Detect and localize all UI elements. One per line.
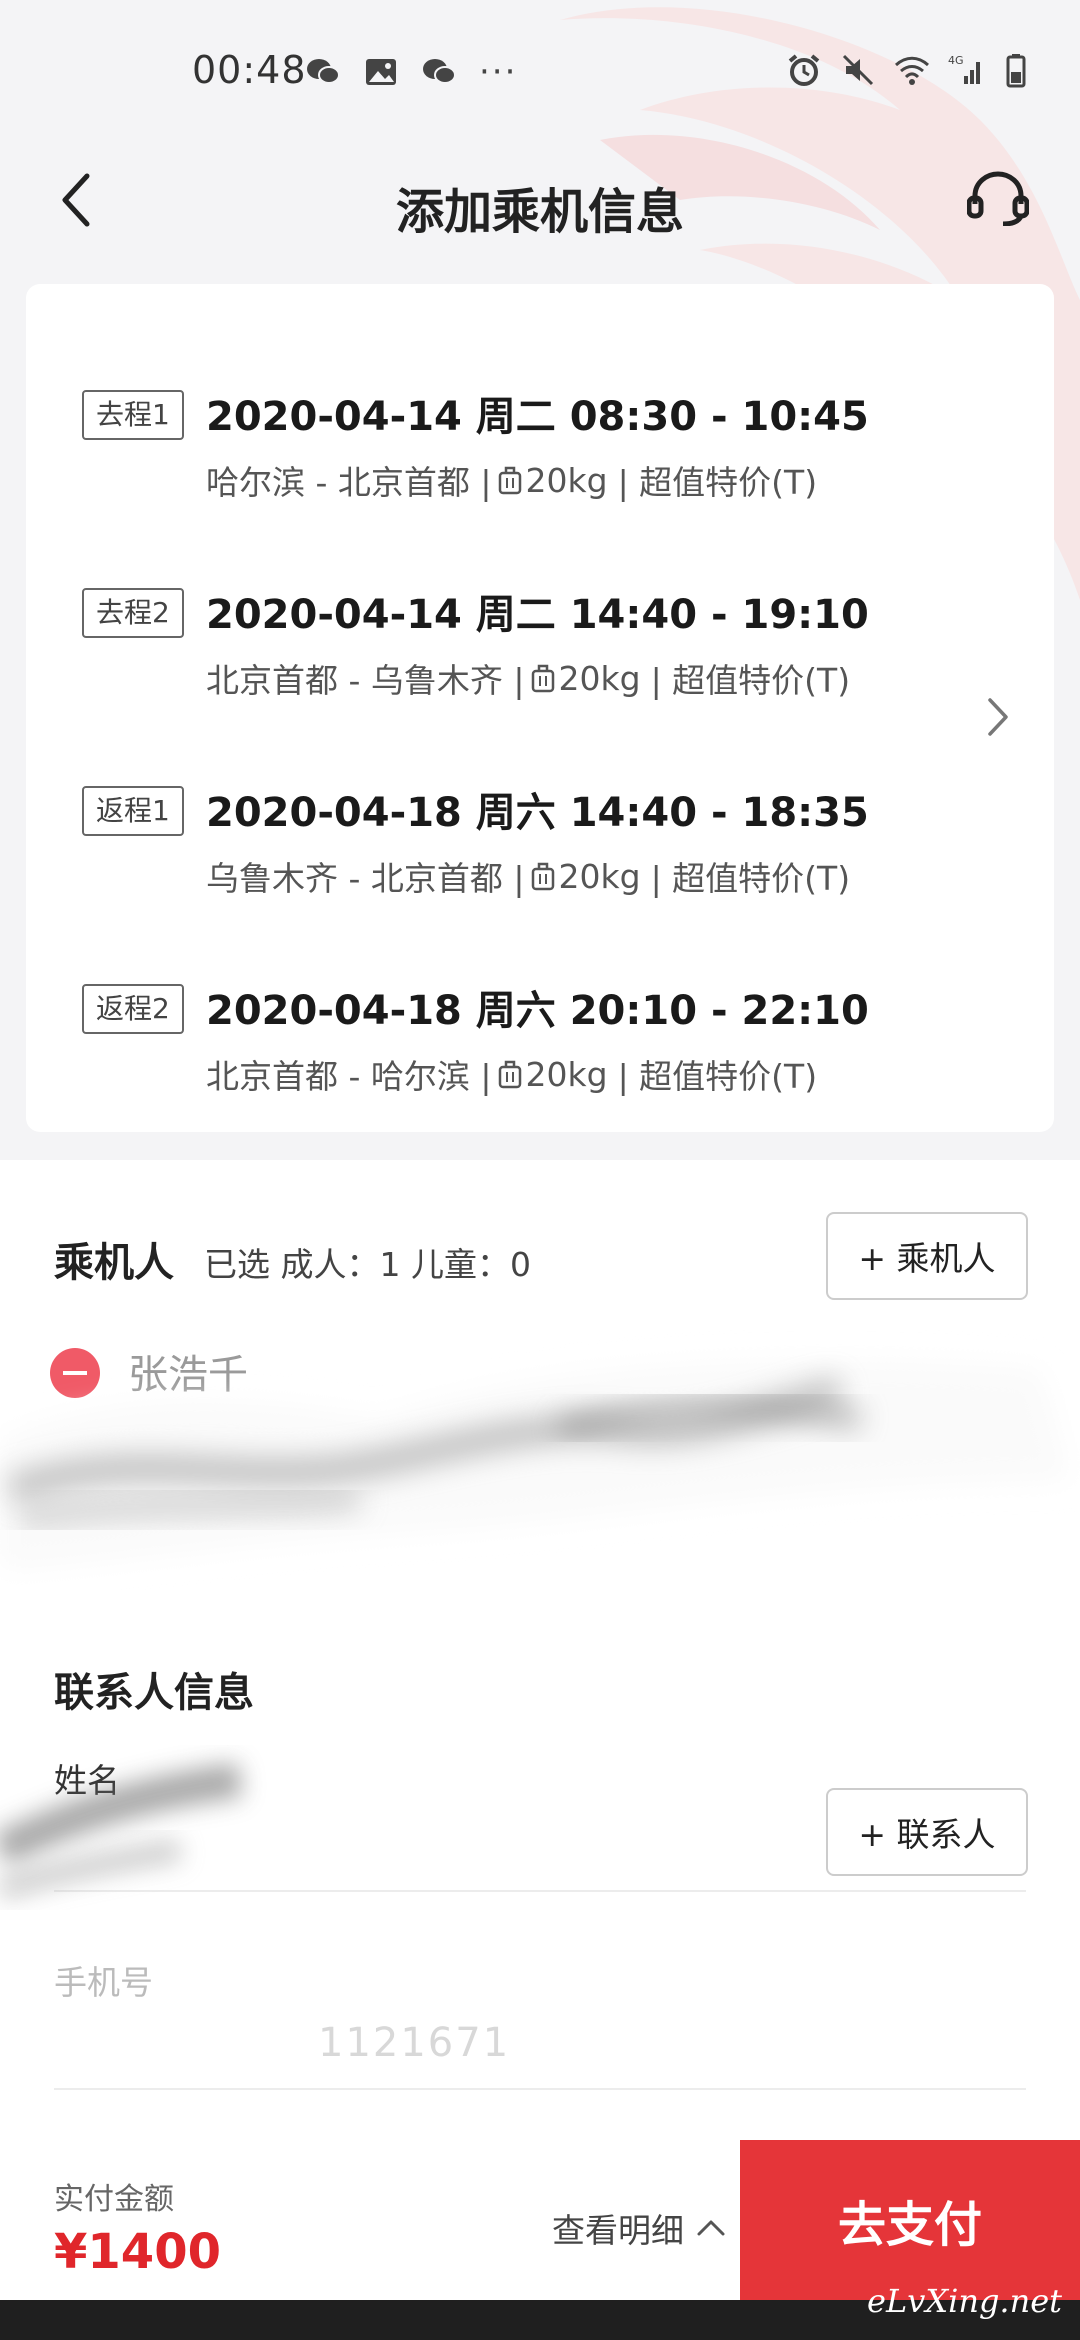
segment-baggage: 20kg xyxy=(525,460,608,500)
watermark: eLvXing.net xyxy=(867,2282,1062,2320)
phone-value[interactable]: 1121671 xyxy=(318,2020,510,2066)
baggage-icon xyxy=(531,664,554,693)
alarm-icon xyxy=(788,54,820,86)
flight-segment: 返程2 2020-04-18 周六 20:10 - 22:10 北京首都 - 哈… xyxy=(82,978,982,1108)
phone-label: 手机号 xyxy=(54,1963,153,2002)
notification-icons: ··· xyxy=(305,52,517,92)
segment-date-time: 2020-04-18 周六 14:40 - 18:35 xyxy=(206,790,869,836)
chevron-right-icon[interactable] xyxy=(978,692,1018,742)
baggage-icon xyxy=(531,862,554,891)
flight-segment: 去程2 2020-04-14 周二 14:40 - 19:10 北京首都 - 乌… xyxy=(82,582,982,712)
flight-segment: 返程1 2020-04-18 周六 14:40 - 18:35 乌鲁木齐 - 北… xyxy=(82,780,982,910)
segment-details: 北京首都 - 乌鲁木齐 | 20kg | 超值特价(T) xyxy=(206,654,850,702)
segment-fare: | 超值特价(T) xyxy=(617,463,818,502)
chevron-up-icon xyxy=(697,2220,725,2236)
segment-tag: 去程1 xyxy=(82,390,184,440)
baggage-icon xyxy=(498,466,521,495)
redaction-mask xyxy=(0,1763,243,1901)
segment-fare: | 超值特价(T) xyxy=(617,1057,818,1096)
pay-button[interactable]: 去支付 xyxy=(740,2140,1080,2300)
status-time: 00:48 xyxy=(192,48,307,92)
flight-segment: 去程1 2020-04-14 周二 08:30 - 10:45 哈尔滨 - 北京… xyxy=(82,384,982,514)
segment-baggage: 20kg xyxy=(525,1054,608,1094)
system-icons: 4G xyxy=(786,52,1038,88)
segment-details: 乌鲁木齐 - 北京首都 | 20kg | 超值特价(T) xyxy=(206,852,850,900)
wifi-icon xyxy=(894,56,930,85)
more-dots-icon: ··· xyxy=(479,52,518,92)
segment-date-time: 2020-04-14 周二 14:40 - 19:10 xyxy=(206,592,869,638)
amount-label: 实付金额 xyxy=(54,2182,174,2217)
wechat-icon xyxy=(307,59,340,84)
page-title: 添加乘机信息 xyxy=(395,184,684,240)
contact-title: 联系人信息 xyxy=(54,1670,254,1716)
view-details-label: 查看明细 xyxy=(552,2211,684,2250)
add-passenger-button[interactable]: + 乘机人 xyxy=(826,1212,1028,1300)
divider xyxy=(54,2088,1026,2090)
segment-tag: 去程2 xyxy=(82,588,184,638)
redaction-mask xyxy=(0,1362,1070,1570)
segment-baggage: 20kg xyxy=(558,658,641,698)
baggage-icon xyxy=(498,1060,521,1089)
headset-icon xyxy=(967,171,1029,226)
segment-details: 北京首都 - 哈尔滨 | 20kg | 超值特价(T) xyxy=(206,1050,817,1098)
segment-fare: | 超值特价(T) xyxy=(650,859,851,898)
segment-route: 乌鲁木齐 - 北京首都 | xyxy=(206,859,525,898)
segment-date-time: 2020-04-18 周六 20:10 - 22:10 xyxy=(206,988,869,1034)
segment-fare: | 超值特价(T) xyxy=(650,661,851,700)
segment-details: 哈尔滨 - 北京首都 | 20kg | 超值特价(T) xyxy=(206,456,817,504)
segment-route: 北京首都 - 乌鲁木齐 | xyxy=(206,661,525,700)
mute-icon xyxy=(842,54,874,86)
segment-route: 哈尔滨 - 北京首都 | xyxy=(206,463,492,502)
segment-baggage: 20kg xyxy=(558,856,641,896)
svg-text:4G: 4G xyxy=(948,54,964,67)
segment-tag: 返程2 xyxy=(82,984,184,1034)
add-contact-button[interactable]: + 联系人 xyxy=(826,1788,1028,1876)
passenger-count: 已选 成人：1 儿童：0 xyxy=(204,1245,531,1284)
status-bar: 00:48 ··· 4G xyxy=(0,0,1080,140)
passenger-title: 乘机人 xyxy=(54,1240,174,1286)
image-icon xyxy=(366,59,396,85)
segment-tag: 返程1 xyxy=(82,786,184,836)
wechat-icon xyxy=(423,59,456,84)
amount-value: ¥1400 xyxy=(54,2224,221,2280)
view-details-link[interactable]: 查看明细 xyxy=(552,2204,726,2252)
segment-date-time: 2020-04-14 周二 08:30 - 10:45 xyxy=(206,394,869,440)
header: 添加乘机信息 xyxy=(0,140,1080,260)
segment-route: 北京首都 - 哈尔滨 | xyxy=(206,1057,492,1096)
customer-service-button[interactable] xyxy=(958,158,1038,238)
battery-icon xyxy=(1006,54,1026,88)
signal-4g-icon: 4G xyxy=(948,54,980,84)
page: 00:48 ··· 4G 添加乘机信息 去程1 2020-04-14 周二 08… xyxy=(0,0,1080,2340)
flight-info-card[interactable]: 去程1 2020-04-14 周二 08:30 - 10:45 哈尔滨 - 北京… xyxy=(26,284,1054,1132)
